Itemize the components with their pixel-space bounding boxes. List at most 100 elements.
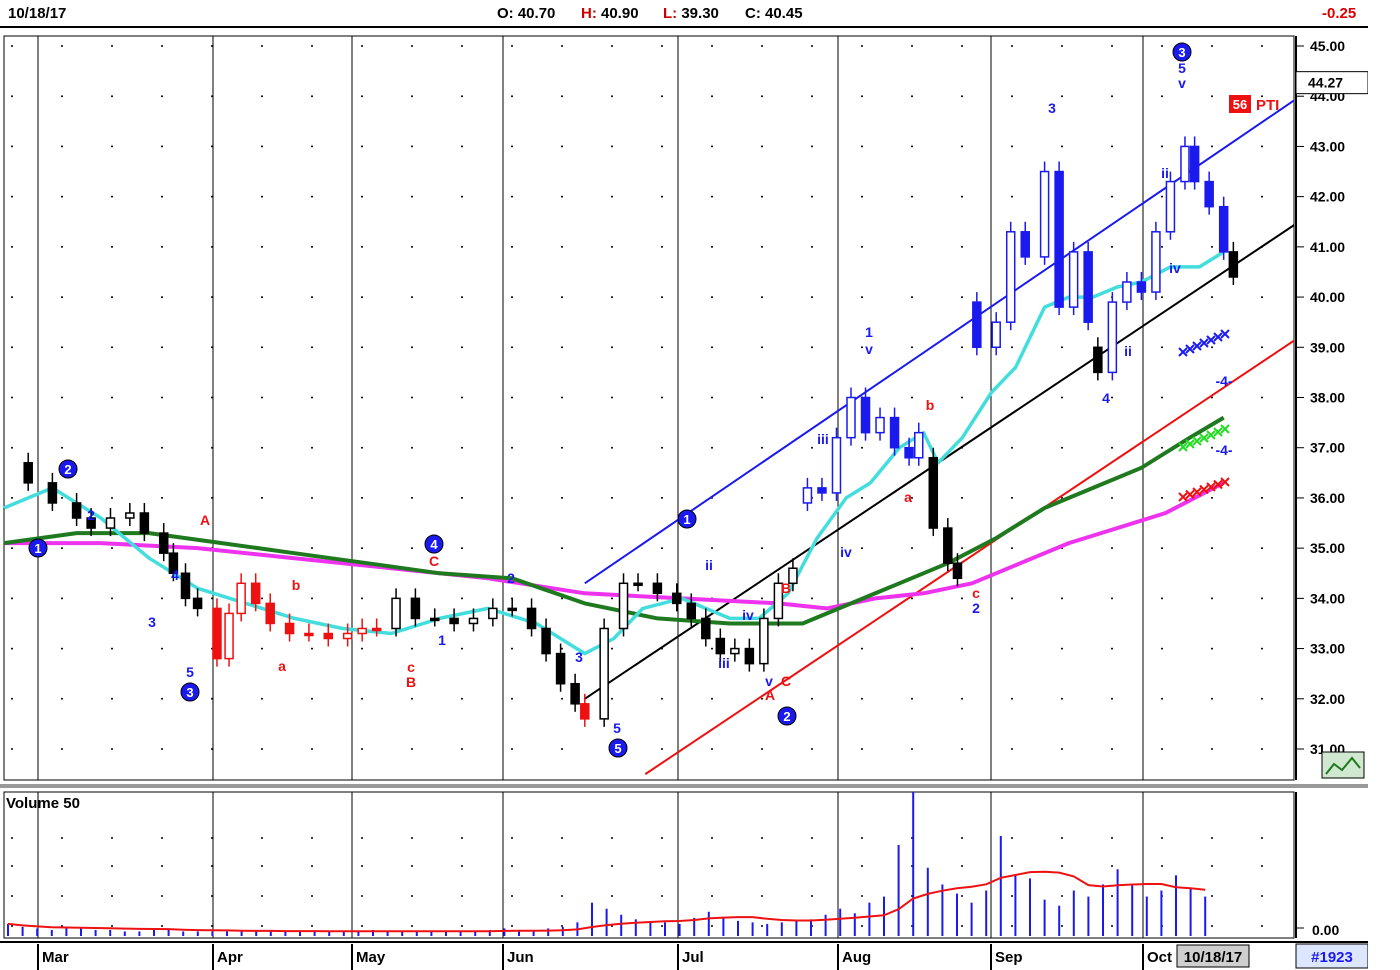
- last-price-tag: 44.27: [1308, 75, 1343, 91]
- month-label: Aug: [842, 949, 871, 966]
- grid-dot: [711, 837, 713, 839]
- grid-dot: [561, 296, 563, 299]
- candle-body: [1093, 346, 1103, 374]
- grid-dot: [861, 865, 863, 867]
- grid-dot: [161, 496, 163, 499]
- grid-dot: [61, 547, 63, 550]
- wave-label: iv: [840, 544, 852, 560]
- grid-dot: [711, 446, 713, 449]
- grid-dot: [411, 145, 413, 148]
- grid-dot: [511, 547, 513, 550]
- grid-dot: [111, 547, 113, 550]
- candle-body: [817, 487, 827, 494]
- grid-dot: [1061, 396, 1063, 399]
- candle-body: [972, 301, 982, 349]
- grid-dot: [711, 195, 713, 198]
- grid-dot: [411, 865, 413, 867]
- grid-dot: [161, 446, 163, 449]
- grid-dot: [1261, 925, 1263, 927]
- candle-body: [1165, 180, 1176, 233]
- candle-body: [1151, 231, 1161, 293]
- grid-dot: [311, 145, 313, 148]
- grid-dot: [1261, 396, 1263, 399]
- grid-dot: [111, 145, 113, 148]
- volume-panel-title: Volume 50: [6, 795, 80, 812]
- grid-dot: [661, 396, 663, 399]
- wave-label: 2: [64, 462, 71, 477]
- grid-dot: [961, 95, 963, 98]
- price-tick-label: 42.00: [1310, 189, 1345, 205]
- grid-dot: [861, 748, 863, 750]
- grid-dot: [561, 45, 563, 47]
- candle-body: [410, 597, 421, 620]
- grid-dot: [861, 547, 863, 550]
- grid-dot: [961, 748, 963, 750]
- footer-chart-id: #1923: [1311, 949, 1353, 966]
- grid-dot: [1011, 195, 1013, 198]
- grid-dot: [211, 145, 213, 148]
- grid-dot: [61, 697, 63, 700]
- grid-dot: [761, 925, 763, 927]
- grid-dot: [1161, 346, 1163, 349]
- grid-dot: [361, 496, 363, 499]
- grid-dot: [1061, 145, 1063, 148]
- grid-dot: [861, 446, 863, 449]
- grid-dot: [1111, 697, 1113, 700]
- grid-dot: [361, 145, 363, 148]
- grid-dot: [211, 195, 213, 198]
- grid-dot: [711, 547, 713, 550]
- grid-dot: [1111, 597, 1113, 600]
- candle-body: [1228, 251, 1239, 278]
- grid-dot: [361, 748, 363, 750]
- grid-dot: [1211, 925, 1213, 927]
- candle-body: [928, 457, 939, 529]
- grid-dot: [661, 865, 663, 867]
- grid-dot: [561, 95, 563, 98]
- grid-dot: [711, 647, 713, 650]
- grid-dot: [1011, 748, 1013, 750]
- wave-label: 1: [683, 512, 690, 527]
- grid-dot: [461, 748, 463, 750]
- grid-dot: [11, 647, 13, 650]
- wave-label: 4: [1102, 390, 1110, 406]
- grid-dot: [811, 697, 813, 700]
- grid-dot: [761, 697, 763, 700]
- grid-dot: [511, 296, 513, 299]
- candle-body: [71, 502, 82, 519]
- grid-dot: [961, 647, 963, 650]
- grid-dot: [461, 865, 463, 867]
- grid-dot: [561, 195, 563, 198]
- grid-dot: [1061, 446, 1063, 449]
- grid-dot: [211, 697, 213, 700]
- grid-dot: [1211, 446, 1213, 449]
- grid-dot: [611, 45, 613, 47]
- grid-dot: [361, 647, 363, 650]
- grid-dot: [911, 145, 913, 148]
- grid-dot: [661, 95, 663, 98]
- candle-body: [580, 703, 590, 720]
- grid-dot: [661, 697, 663, 700]
- grid-dot: [761, 145, 763, 148]
- grid-dot: [61, 195, 63, 198]
- grid-dot: [361, 895, 363, 897]
- chart-canvas: Mar Apr May Jun Jul Aug Sep Oct31.0032.0033.003…: [0, 0, 1400, 970]
- grid-dot: [311, 95, 313, 98]
- grid-dot: [111, 597, 113, 600]
- grid-dot: [461, 647, 463, 650]
- grid-dot: [211, 496, 213, 499]
- wave-label: 3: [148, 614, 156, 630]
- grid-dot: [11, 597, 13, 600]
- grid-dot: [861, 895, 863, 897]
- grid-dot: [461, 496, 463, 499]
- wave-label: 3: [575, 649, 583, 665]
- grid-dot: [861, 45, 863, 47]
- grid-dot: [761, 296, 763, 299]
- grid-dot: [1161, 446, 1163, 449]
- grid-dot: [511, 647, 513, 650]
- grid-dot: [761, 95, 763, 98]
- wave-label: 2: [507, 570, 515, 586]
- grid-dot: [461, 597, 463, 600]
- grid-dot: [611, 446, 613, 449]
- grid-dot: [1111, 95, 1113, 98]
- grid-dot: [561, 446, 563, 449]
